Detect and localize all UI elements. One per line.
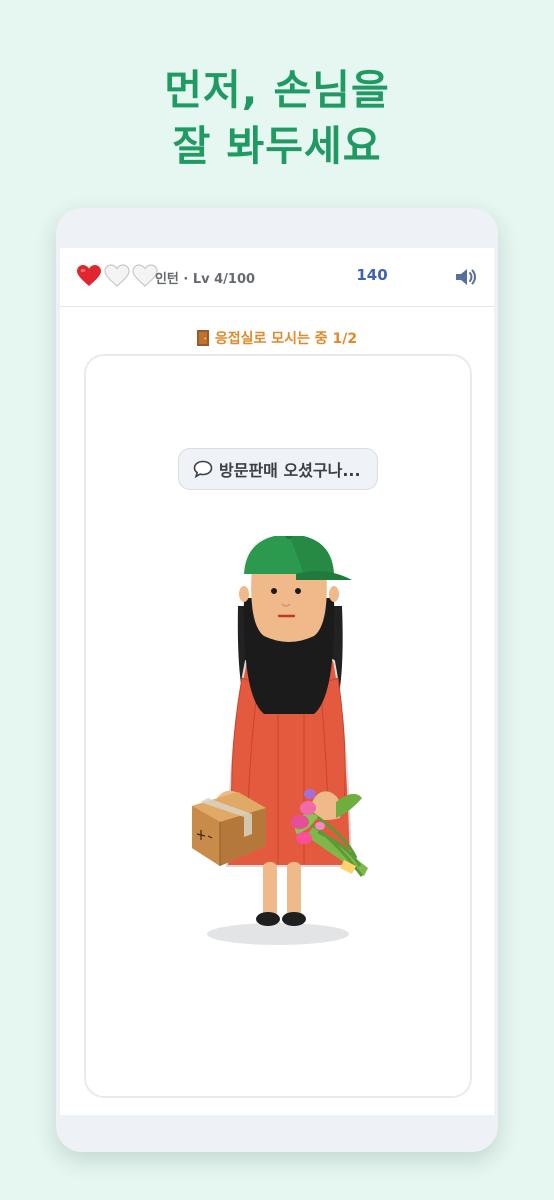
door-icon: [196, 330, 209, 346]
character-eye-left: [271, 588, 277, 594]
character-eye-right: [295, 588, 301, 594]
character-leg-right: [287, 862, 301, 918]
character-shadow: [207, 923, 349, 945]
character-leg-left: [263, 862, 277, 918]
headline-line-1: 먼저, 손님을: [164, 66, 390, 114]
score-value: 140: [356, 266, 388, 284]
customer-card: 방문판매 오셨구나...: [84, 354, 472, 1098]
speech-bubble: 방문판매 오셨구나...: [178, 448, 378, 490]
game-screen: 인턴 · Lv 4/100 140 응접실로 모시는 중 1/2 방문판매 오셨…: [60, 248, 494, 1115]
headline: 먼저, 손님을 잘 봐두세요: [0, 62, 554, 174]
character-shoe-right: [282, 912, 306, 926]
top-bar: 인턴 · Lv 4/100 140: [60, 248, 494, 307]
character-cap-brim: [296, 571, 352, 580]
customer-character[interactable]: [186, 536, 386, 956]
character-ear-left: [239, 586, 249, 602]
speech-text: 방문판매 오셨구나...: [219, 461, 361, 480]
status-line: 응접실로 모시는 중 1/2: [60, 328, 494, 348]
phone-frame: 인턴 · Lv 4/100 140 응접실로 모시는 중 1/2 방문판매 오셨…: [56, 208, 498, 1152]
sound-icon[interactable]: [454, 266, 478, 288]
character-ear-right: [329, 586, 339, 602]
status-text: 응접실로 모시는 중 1/2: [214, 331, 358, 347]
speech-bubble-icon: [193, 460, 213, 478]
level-label: 인턴 · Lv 4/100: [154, 272, 256, 287]
headline-line-2: 잘 봐두세요: [172, 122, 382, 170]
character-shoe-left: [256, 912, 280, 926]
